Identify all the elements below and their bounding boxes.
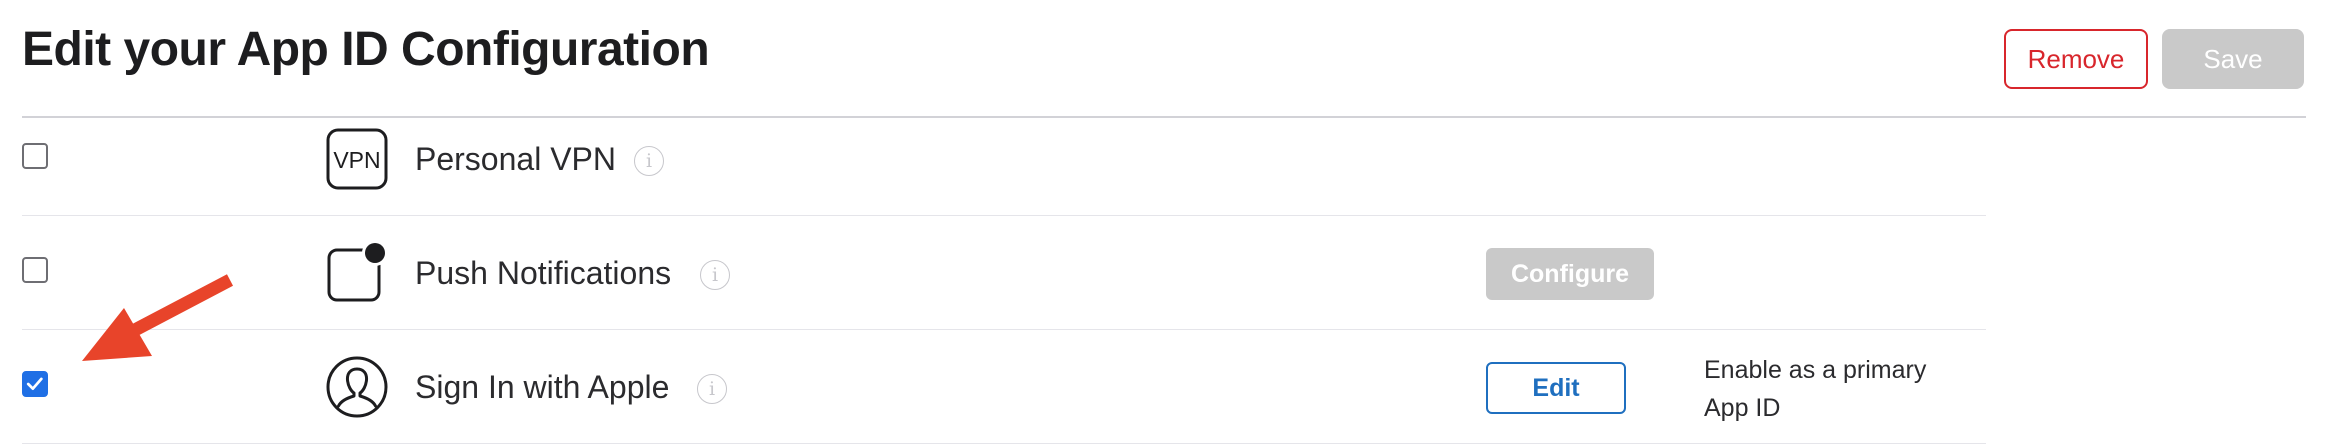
row-divider xyxy=(22,329,1986,330)
sign-in-with-apple-icon xyxy=(326,356,388,418)
remove-button[interactable]: Remove xyxy=(2004,29,2148,89)
info-icon[interactable]: i xyxy=(700,260,730,290)
configure-button[interactable]: Configure xyxy=(1486,248,1654,300)
page-title: Edit your App ID Configuration xyxy=(22,23,710,76)
vpn-icon-text: VPN xyxy=(333,147,380,173)
personal-vpn-checkbox[interactable] xyxy=(22,143,48,169)
header-divider xyxy=(22,116,2306,118)
sign-in-with-apple-checkbox[interactable] xyxy=(22,371,48,397)
save-button[interactable]: Save xyxy=(2162,29,2304,89)
row-divider xyxy=(22,443,1986,444)
primary-app-id-note: Enable as a primary App ID xyxy=(1704,356,1927,422)
push-notifications-checkbox[interactable] xyxy=(22,257,48,283)
capability-name-push-notifications: Push Notifications xyxy=(415,255,672,291)
capability-name-personal-vpn: Personal VPN xyxy=(415,141,616,177)
annotation-arrow-icon xyxy=(82,274,234,361)
info-icon[interactable]: i xyxy=(634,146,664,176)
push-notifications-icon xyxy=(327,242,388,302)
info-icon[interactable]: i xyxy=(697,374,727,404)
vpn-icon: VPN xyxy=(326,128,388,190)
checkmark-icon xyxy=(26,377,43,391)
capability-name-sign-in-with-apple: Sign In with Apple xyxy=(415,369,670,405)
edit-button[interactable]: Edit xyxy=(1486,362,1626,414)
row-divider xyxy=(22,215,1986,216)
